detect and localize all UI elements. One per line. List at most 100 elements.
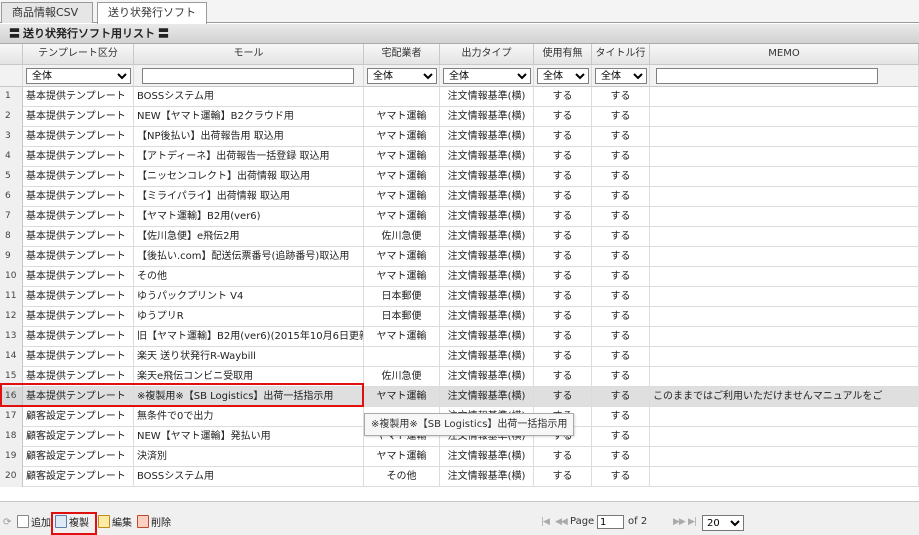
filter-title-select[interactable]: 全体: [595, 68, 647, 84]
header-output-type[interactable]: 出力タイプ: [440, 44, 534, 65]
cell-use: する: [534, 287, 592, 307]
cell-mall: 決済別: [134, 447, 364, 467]
header-template-type[interactable]: テンプレート区分: [23, 44, 134, 65]
table-row[interactable]: 2 基本提供テンプレート NEW【ヤマト運輸】B2クラウド用 ヤマト運輸 注文情報基準(…: [0, 107, 919, 127]
cell-memo: [650, 127, 919, 147]
cell-use: する: [534, 447, 592, 467]
tab-product-csv[interactable]: 商品情報CSV: [1, 2, 93, 23]
title-decoration-left: 〓: [9, 27, 20, 40]
cell-use: する: [534, 127, 592, 147]
header-title-row[interactable]: タイトル行: [592, 44, 650, 65]
page-number-input[interactable]: [597, 515, 624, 529]
table-row[interactable]: 19 顧客設定テンプレート 決済別 ヤマト運輸 注文情報基準(横) する する: [0, 447, 919, 467]
next-page-icon[interactable]: ▶▶: [673, 517, 686, 527]
panel-title: 〓送り状発行ソフト用リスト〓: [0, 24, 919, 44]
cell-title-row: する: [592, 187, 650, 207]
table-row[interactable]: 16 基本提供テンプレート ※複製用※【SB Logistics】出荷一括指示用 ヤマ…: [0, 387, 919, 407]
cell-memo: [650, 307, 919, 327]
header-memo[interactable]: MEMO: [650, 44, 919, 65]
duplicate-label: 複製: [69, 518, 89, 529]
add-button[interactable]: 追加: [17, 515, 51, 531]
table-row[interactable]: 15 基本提供テンプレート 楽天e飛伝コンビニ受取用 佐川急便 注文情報基準(横) するす…: [0, 367, 919, 387]
cell-rownum: 5: [0, 167, 23, 187]
table-row[interactable]: 4 基本提供テンプレート 【アトディーネ】出荷報告一括登録 取込用 ヤマト運輸 注文情報…: [0, 147, 919, 167]
cell-template-type: 基本提供テンプレート: [23, 367, 134, 387]
cell-template-type: 顧客設定テンプレート: [23, 407, 134, 427]
cell-carrier: ヤマト運輸: [364, 447, 440, 467]
cell-mall: 楽天e飛伝コンビニ受取用: [134, 367, 364, 387]
cell-output-type: 注文情報基準(横): [440, 247, 534, 267]
header-carrier[interactable]: 宅配業者: [364, 44, 440, 65]
prev-page-icon[interactable]: ◀◀: [555, 517, 568, 527]
cell-memo: [650, 267, 919, 287]
table-row[interactable]: 3 基本提供テンプレート 【NP後払い】出荷報告用 取込用 ヤマト運輸 注文情報基準(横…: [0, 127, 919, 147]
cell-title-row: する: [592, 287, 650, 307]
page-size-select[interactable]: 20: [702, 515, 744, 531]
cell-mall: その他: [134, 267, 364, 287]
cell-memo: [650, 287, 919, 307]
cell-output-type: 注文情報基準(横): [440, 187, 534, 207]
add-label: 追加: [31, 518, 51, 529]
cell-mall: NEW【ヤマト運輸】発払い用: [134, 427, 364, 447]
cell-template-type: 基本提供テンプレート: [23, 127, 134, 147]
edit-label: 編集: [112, 518, 132, 529]
table-row[interactable]: 6 基本提供テンプレート 【ミライパライ】出荷情報 取込用 ヤマト運輸 注文情報基準(横…: [0, 187, 919, 207]
delete-button[interactable]: 削除: [137, 515, 171, 531]
filter-template-select[interactable]: 全体: [26, 68, 131, 84]
cell-title-row: する: [592, 327, 650, 347]
cell-rownum: 4: [0, 147, 23, 167]
cell-carrier: 日本郵便: [364, 307, 440, 327]
cell-mall: ※複製用※【SB Logistics】出荷一括指示用: [134, 387, 364, 407]
cell-title-row: する: [592, 447, 650, 467]
tab-shipping-software[interactable]: 送り状発行ソフト: [97, 2, 207, 24]
filter-memo-input[interactable]: [656, 68, 878, 84]
cell-output-type: 注文情報基準(横): [440, 367, 534, 387]
header-mall[interactable]: モール: [134, 44, 364, 65]
table-row[interactable]: 1 基本提供テンプレート BOSSシステム用 注文情報基準(横) する する: [0, 87, 919, 107]
cell-memo: [650, 167, 919, 187]
table-row[interactable]: 12 基本提供テンプレート ゆうプリR 日本郵便 注文情報基準(横) する する: [0, 307, 919, 327]
cell-mall: 【佐川急便】e飛伝2用: [134, 227, 364, 247]
cell-carrier: ヤマト運輸: [364, 147, 440, 167]
table-row[interactable]: 9 基本提供テンプレート 【後払い.com】配送伝票番号(追跡番号)取込用 ヤマト運輸…: [0, 247, 919, 267]
filter-carrier-select[interactable]: 全体: [367, 68, 437, 84]
cell-rownum: 2: [0, 107, 23, 127]
cell-title-row: する: [592, 207, 650, 227]
cell-output-type: 注文情報基準(横): [440, 207, 534, 227]
edit-button[interactable]: 編集: [98, 515, 132, 531]
first-page-icon[interactable]: |◀: [541, 517, 550, 527]
cell-title-row: する: [592, 427, 650, 447]
header-use[interactable]: 使用有無: [534, 44, 592, 65]
cell-output-type: 注文情報基準(横): [440, 267, 534, 287]
cell-title-row: する: [592, 147, 650, 167]
filter-mall-input[interactable]: [142, 68, 354, 84]
cell-mall: 【NP後払い】出荷報告用 取込用: [134, 127, 364, 147]
table-row[interactable]: 10 基本提供テンプレート その他 ヤマト運輸 注文情報基準(横) する する: [0, 267, 919, 287]
table-row[interactable]: 11 基本提供テンプレート ゆうパックプリント V4 日本郵便 注文情報基準(横) するす…: [0, 287, 919, 307]
table-row[interactable]: 5 基本提供テンプレート 【ニッセンコレクト】出荷情報 取込用 ヤマト運輸 注文情報基準…: [0, 167, 919, 187]
cell-use: する: [534, 267, 592, 287]
cell-rownum: 9: [0, 247, 23, 267]
cell-memo: [650, 187, 919, 207]
cell-rownum: 6: [0, 187, 23, 207]
cell-output-type: 注文情報基準(横): [440, 107, 534, 127]
cell-carrier: ヤマト運輸: [364, 127, 440, 147]
cell-mall: 無条件で0で出力: [134, 407, 364, 427]
table-row[interactable]: 7 基本提供テンプレート 【ヤマト運輸】B2用(ver6) ヤマト運輸 注文情報基準(横…: [0, 207, 919, 227]
cell-memo: [650, 347, 919, 367]
cell-template-type: 基本提供テンプレート: [23, 267, 134, 287]
table-row[interactable]: 8 基本提供テンプレート 【佐川急便】e飛伝2用 佐川急便 注文情報基準(横) する する: [0, 227, 919, 247]
cell-template-type: 基本提供テンプレート: [23, 107, 134, 127]
cell-use: する: [534, 147, 592, 167]
table-row[interactable]: 20 顧客設定テンプレート BOSSシステム用 その他 注文情報基準(横) する する: [0, 467, 919, 487]
cell-title-row: する: [592, 267, 650, 287]
filter-use-select[interactable]: 全体: [537, 68, 589, 84]
filter-output-select[interactable]: 全体: [443, 68, 531, 84]
last-page-icon[interactable]: ▶|: [688, 517, 697, 527]
refresh-icon[interactable]: ⟳: [3, 515, 11, 531]
duplicate-button[interactable]: 複製: [55, 515, 89, 531]
table-row[interactable]: 13 基本提供テンプレート 旧【ヤマト運輸】B2用(ver6)(2015年10月6日…: [0, 327, 919, 347]
cell-rownum: 11: [0, 287, 23, 307]
panel-title-text: 送り状発行ソフト用リスト: [23, 27, 155, 40]
table-row[interactable]: 14 基本提供テンプレート 楽天 送り状発行R-Waybill 注文情報基準(横) する…: [0, 347, 919, 367]
